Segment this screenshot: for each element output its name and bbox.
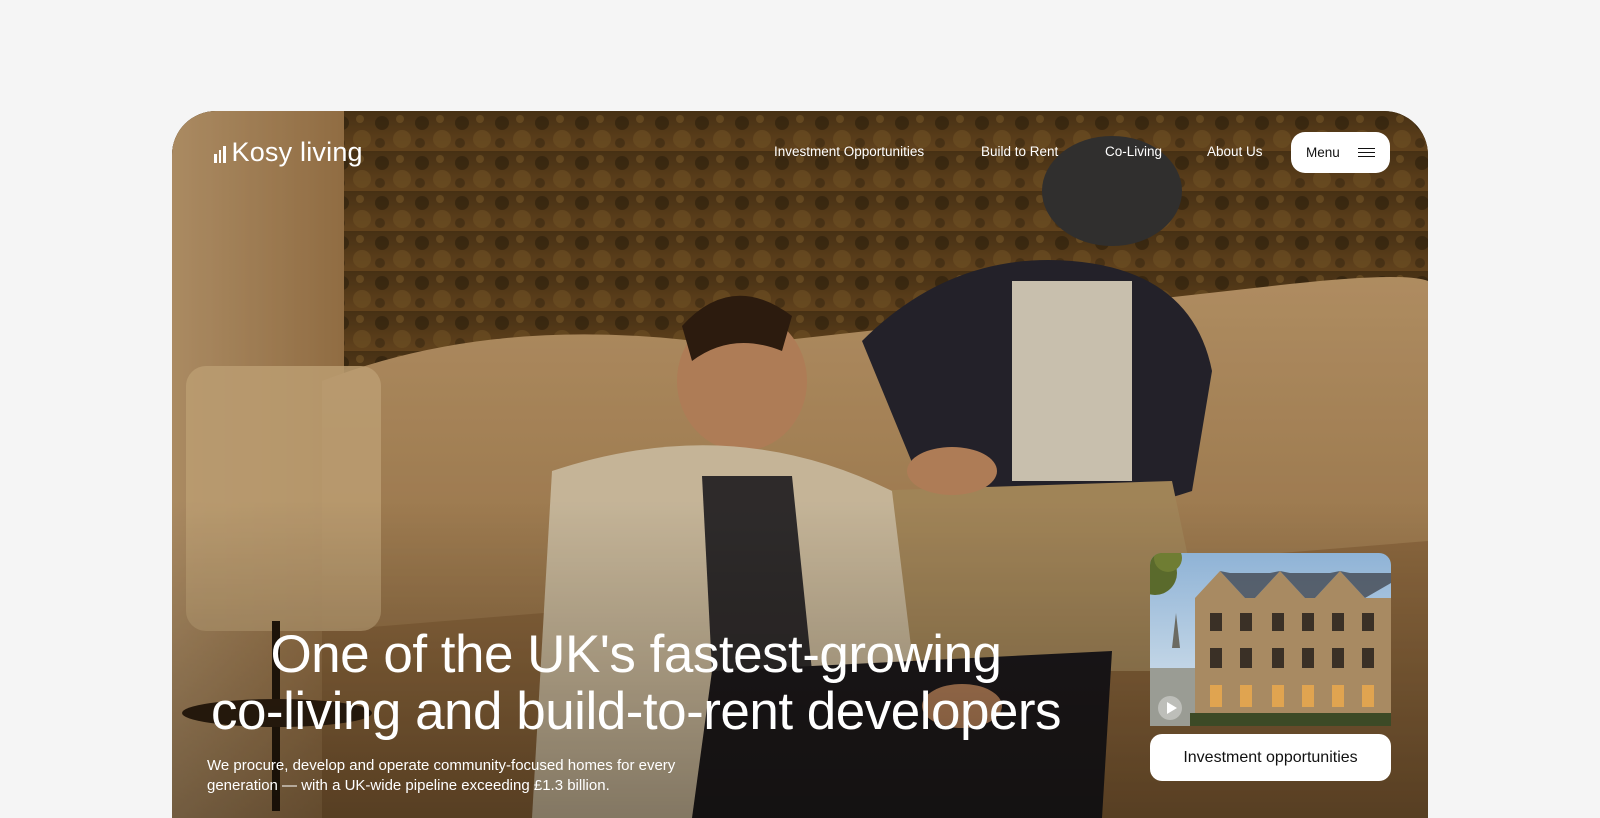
menu-button[interactable]: Menu xyxy=(1291,132,1390,173)
play-icon[interactable] xyxy=(1158,696,1182,720)
nav-item-co-living[interactable]: Co-Living xyxy=(1105,144,1162,159)
nav-item-investment-opportunities[interactable]: Investment Opportunities xyxy=(774,144,924,159)
investment-video-thumbnail[interactable] xyxy=(1150,553,1391,726)
main-nav: Investment Opportunities Build to Rent C… xyxy=(172,144,1428,164)
investment-opportunities-button[interactable]: Investment opportunities xyxy=(1150,734,1391,781)
hero-section: Kosy living Investment Opportunities Bui… xyxy=(172,111,1428,818)
hamburger-icon xyxy=(1358,147,1375,158)
hero-headline: One of the UK's fastest-growing co-livin… xyxy=(206,626,1066,740)
hero-headline-line-1: One of the UK's fastest-growing xyxy=(270,625,1002,684)
hero-subtext-line-2: generation — with a UK-wide pipeline exc… xyxy=(207,777,610,794)
menu-label: Menu xyxy=(1306,145,1340,160)
hero-subtext-line-1: We procure, develop and operate communit… xyxy=(207,757,676,774)
nav-item-build-to-rent[interactable]: Build to Rent xyxy=(981,144,1058,159)
hero-headline-line-2: co-living and build-to-rent developers xyxy=(210,682,1062,741)
hero-subtext: We procure, develop and operate communit… xyxy=(207,756,727,796)
nav-item-about-us[interactable]: About Us xyxy=(1207,144,1263,159)
building-image xyxy=(1150,553,1391,726)
